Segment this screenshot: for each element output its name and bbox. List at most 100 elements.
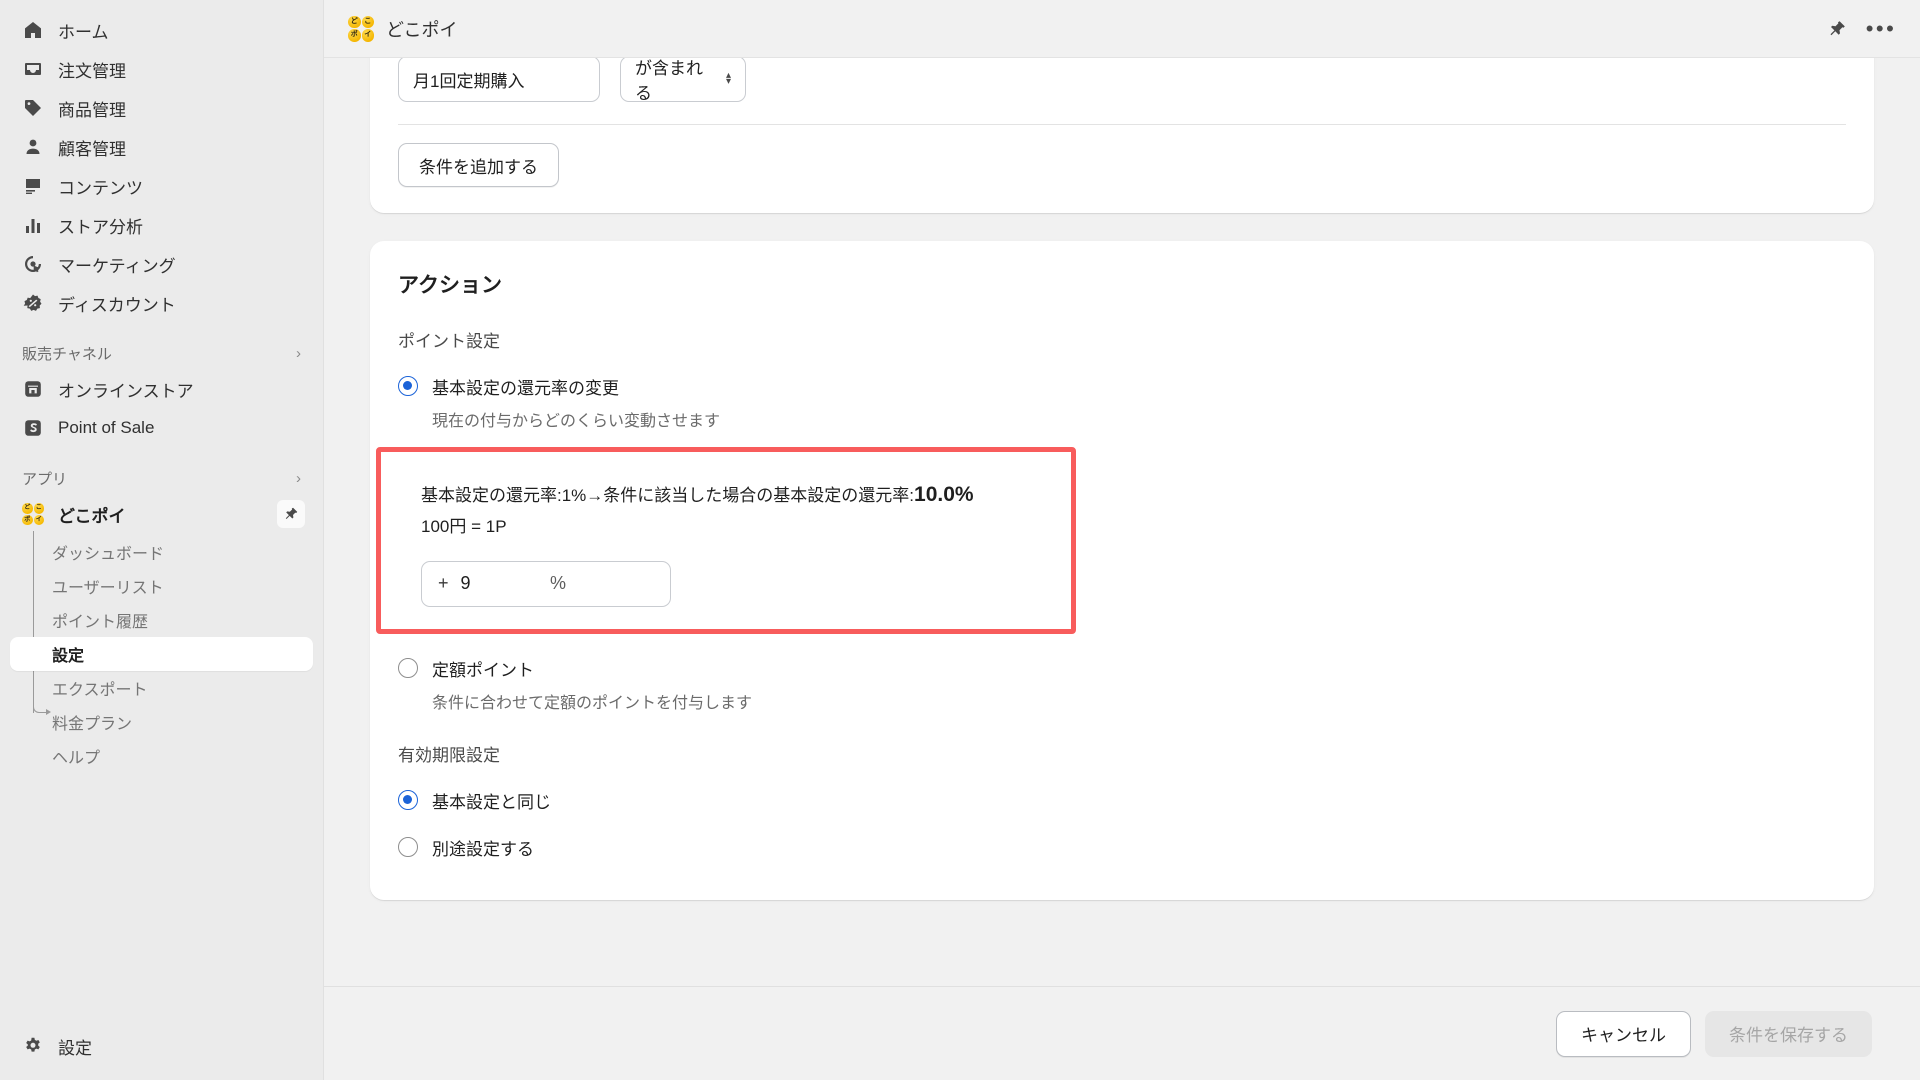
dokopoi-app-icon: どこポイ: [22, 503, 44, 525]
action-card: アクション ポイント設定 基本設定の還元率の変更 現在の付与からどのくらい変動さ…: [370, 241, 1874, 900]
sidebar-item-label: コンテンツ: [58, 178, 143, 198]
expiry-option-same-as-default[interactable]: 基本設定と同じ: [398, 788, 1846, 813]
sidebar-subitem-label: 設定: [52, 648, 85, 665]
save-button-label: 条件を保存する: [1729, 1026, 1848, 1045]
main-area: どこポイ どこポイ ••• 月1回定期購入 が含まれる ▴ ▾ 条件を追加する …: [324, 0, 1920, 1080]
pin-icon[interactable]: [1820, 12, 1854, 46]
save-condition-button: 条件を保存する: [1705, 1010, 1872, 1057]
rate-percent-input[interactable]: + 9 %: [421, 560, 671, 607]
radio-label: 基本設定の還元率の変更: [432, 379, 619, 398]
sidebar-item-label: ストア分析: [58, 217, 143, 237]
sidebar-subitem-label: ダッシュボード: [52, 546, 165, 563]
sidebar-subitem-settings[interactable]: 設定: [10, 637, 313, 671]
sidebar-item-label: ディスカウント: [58, 295, 176, 315]
rate-input-value: 9: [460, 573, 471, 594]
dokopoi-app-icon: どこポイ: [348, 15, 374, 42]
condition-value-input[interactable]: 月1回定期購入: [398, 58, 600, 102]
rate-summary-line: 基本設定の還元率:1%→条件に該当した場合の基本設定の還元率:10.0%: [421, 478, 1045, 513]
sidebar-item-products[interactable]: 商品管理: [10, 89, 313, 127]
sidebar-item-label: 商品管理: [58, 100, 126, 120]
sidebar-item-marketing[interactable]: マーケティング: [10, 245, 313, 283]
settings-scroll-area: 月1回定期購入 が含まれる ▴ ▾ 条件を追加する アクション ポイント設定 基本…: [324, 58, 1920, 986]
radio-button[interactable]: [398, 657, 418, 678]
add-condition-button[interactable]: 条件を追加する: [398, 143, 559, 187]
orders-inbox-icon: [22, 58, 44, 80]
condition-operator-text: が含まれる: [635, 59, 703, 103]
point-setting-option-rate-change[interactable]: 基本設定の還元率の変更 現在の付与からどのくらい変動させます: [398, 374, 1846, 431]
sidebar-app-subnav: ダッシュボード ユーザーリスト ポイント履歴 設定 エクスポート 料金プラン ヘ…: [0, 531, 323, 773]
footer-action-bar: キャンセル 条件を保存する: [324, 986, 1920, 1080]
sidebar-item-content[interactable]: コンテンツ: [10, 167, 313, 205]
point-setting-label: ポイント設定: [398, 332, 500, 351]
radio-button[interactable]: [398, 789, 418, 810]
sidebar-subitem-userlist[interactable]: ユーザーリスト: [10, 569, 313, 603]
chevron-updown-icon: ▴ ▾: [725, 70, 731, 87]
analytics-bars-icon: [22, 214, 44, 236]
action-card-title: アクション: [398, 274, 502, 297]
sidebar-subitem-pricing-plan[interactable]: 料金プラン: [10, 705, 313, 739]
online-store-icon: [22, 378, 44, 400]
sidebar-item-label: ホーム: [58, 22, 109, 42]
divider: [398, 124, 1846, 125]
point-of-sale-icon: [22, 417, 44, 439]
pin-icon[interactable]: [277, 500, 305, 528]
sidebar-item-label: オンラインストア: [58, 381, 194, 401]
sidebar-primary-nav: ホーム 注文管理 商品管理 顧客管理 コンテンツ ストア分析 マーケティング デ…: [0, 11, 323, 322]
content-image-icon: [22, 175, 44, 197]
sidebar-item-point-of-sale[interactable]: Point of Sale: [10, 409, 313, 447]
chevron-right-icon: ›: [296, 469, 301, 487]
condition-value-text: 月1回定期購入: [413, 71, 525, 91]
point-setting-option-fixed-points[interactable]: 定額ポイント 条件に合わせて定額のポイントを付与します: [398, 656, 1846, 713]
sidebar-item-online-store[interactable]: オンラインストア: [10, 370, 313, 408]
condition-operator-select[interactable]: が含まれる ▴ ▾: [620, 58, 746, 103]
sidebar-item-customers[interactable]: 顧客管理: [10, 128, 313, 166]
rate-summary-value: 10.0%: [914, 483, 974, 506]
sidebar-footer: 設定: [0, 1026, 323, 1066]
sidebar-item-discounts[interactable]: ディスカウント: [10, 284, 313, 322]
sidebar-subitem-label: エクスポート: [52, 682, 148, 699]
sidebar-item-orders[interactable]: 注文管理: [10, 50, 313, 88]
radio-text: 基本設定の還元率の変更 現在の付与からどのくらい変動させます: [432, 374, 720, 431]
sidebar-item-label: マーケティング: [58, 256, 176, 276]
discount-badge-icon: [22, 292, 44, 314]
radio-description: 条件に合わせて定額のポイントを付与します: [432, 694, 753, 712]
radio-label: 別途設定する: [432, 839, 534, 859]
sidebar-item-label: 注文管理: [58, 61, 126, 81]
sidebar-subitem-export[interactable]: エクスポート: [10, 671, 313, 705]
rate-input-prefix: +: [438, 573, 449, 594]
radio-text: 定額ポイント 条件に合わせて定額のポイントを付与します: [432, 656, 752, 713]
expiry-setting-label: 有効期限設定: [398, 745, 500, 765]
page-title: どこポイ: [386, 19, 458, 40]
more-dots-icon[interactable]: •••: [1864, 12, 1898, 46]
sidebar-section-label: 販売チャネル: [22, 345, 112, 363]
topbar-actions: •••: [1820, 12, 1898, 46]
expiry-option-custom[interactable]: 別途設定する: [398, 835, 1846, 860]
add-condition-label: 条件を追加する: [419, 157, 538, 177]
sidebar-item-dokopoi-app[interactable]: どこポイ どこポイ: [10, 495, 313, 533]
sidebar-item-label: Point of Sale: [58, 418, 155, 437]
radio-text: 別途設定する: [432, 835, 534, 860]
customer-person-icon: [22, 136, 44, 158]
sidebar-subitem-label: ポイント履歴: [52, 614, 149, 631]
sidebar-item-label: 設定: [58, 1038, 92, 1058]
radio-button[interactable]: [398, 376, 418, 396]
radio-label: 定額ポイント: [432, 660, 534, 680]
conditions-card: 月1回定期購入 が含まれる ▴ ▾ 条件を追加する: [370, 58, 1874, 213]
radio-text: 基本設定と同じ: [432, 788, 551, 813]
marketing-target-icon: [22, 253, 44, 275]
sidebar-subitem-dashboard[interactable]: ダッシュボード: [10, 535, 313, 569]
rate-input-suffix: %: [549, 573, 566, 594]
sidebar-item-home[interactable]: ホーム: [10, 11, 313, 49]
sidebar-subitem-help[interactable]: ヘルプ: [10, 739, 313, 773]
radio-label: 基本設定と同じ: [432, 792, 551, 812]
sidebar-item-settings[interactable]: 設定: [10, 1027, 313, 1065]
more-dots-glyph: •••: [1865, 15, 1897, 41]
sidebar-subitem-point-history[interactable]: ポイント履歴: [10, 603, 313, 637]
radio-button[interactable]: [398, 836, 418, 857]
sidebar-item-analytics[interactable]: ストア分析: [10, 206, 313, 244]
chevron-right-icon: ›: [296, 344, 301, 362]
cancel-button[interactable]: キャンセル: [1556, 1010, 1691, 1057]
sidebar-section-apps[interactable]: アプリ ›: [22, 465, 301, 491]
sidebar-section-sales-channel[interactable]: 販売チャネル ›: [22, 340, 301, 366]
sidebar: ホーム 注文管理 商品管理 顧客管理 コンテンツ ストア分析 マーケティング デ…: [0, 0, 324, 1080]
